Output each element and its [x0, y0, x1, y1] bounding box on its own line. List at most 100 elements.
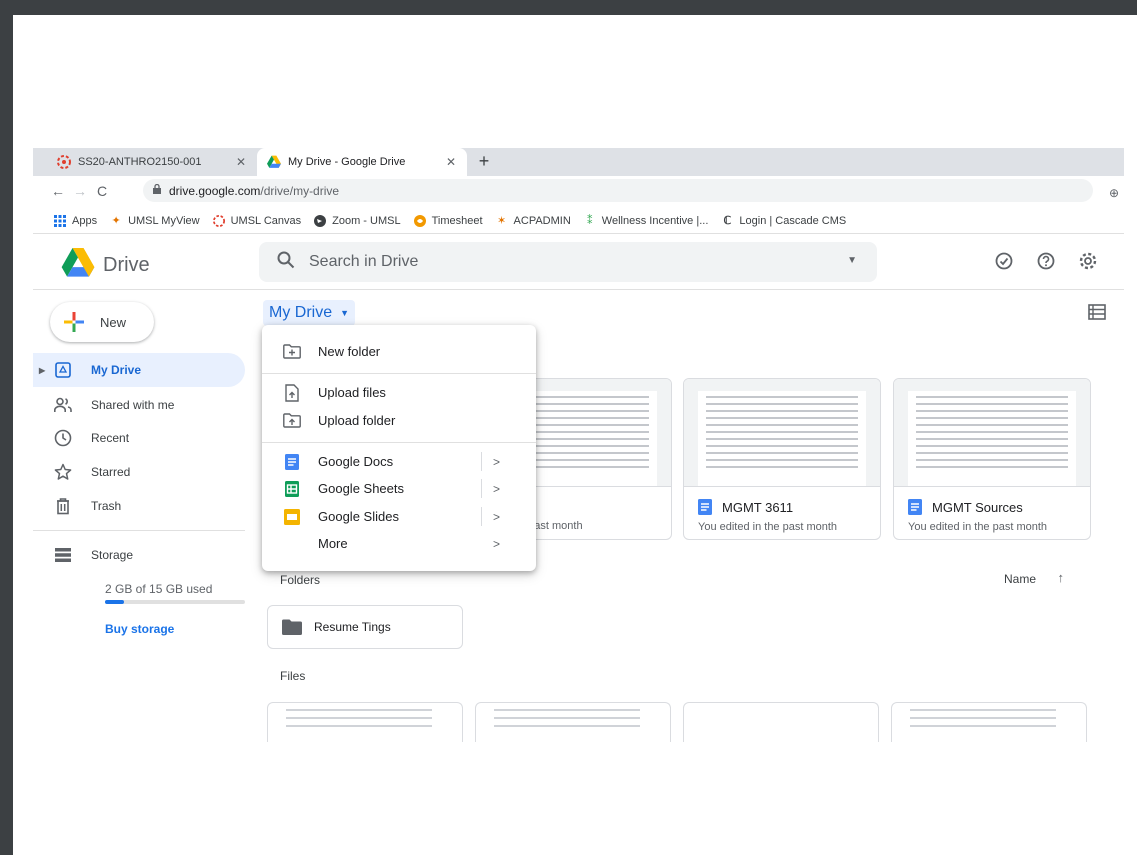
bookmark-timesheet[interactable]: Timesheet [413, 214, 483, 228]
url-path: /drive/my-drive [260, 183, 340, 198]
bookmark-acpadmin[interactable]: ✶ ACPADMIN [495, 214, 571, 228]
reload-button[interactable]: C [91, 183, 113, 199]
new-button[interactable]: New [50, 302, 154, 342]
quick-access-card[interactable]: MGMT Sources You edited in the past mont… [893, 378, 1091, 540]
file-title: MGMT 3611 [722, 499, 794, 515]
offline-check-icon[interactable] [994, 251, 1014, 271]
file-card[interactable] [683, 702, 879, 742]
bookmark-cascade[interactable]: ℂ Login | Cascade CMS [720, 214, 847, 228]
search-icon[interactable] [277, 251, 295, 274]
sort-direction-icon[interactable]: ↑ [1058, 570, 1065, 585]
menu-item-separator [481, 507, 482, 526]
bookmark-umsl-canvas[interactable]: UMSL Canvas [212, 214, 302, 228]
file-card[interactable] [891, 702, 1087, 742]
submenu-chevron-icon[interactable]: > [493, 510, 500, 524]
file-card[interactable] [475, 702, 671, 742]
cascade-icon: ℂ [723, 215, 732, 227]
folder-item[interactable]: Resume Tings [267, 605, 463, 649]
url-host: drive.google.com [169, 183, 261, 198]
menu-item-google-sheets[interactable]: Google Sheets > [262, 475, 536, 502]
list-view-icon[interactable] [1088, 304, 1106, 320]
timesheet-icon [413, 214, 427, 228]
search-input[interactable]: Search in Drive ▼ [259, 242, 877, 282]
google-docs-icon [698, 499, 712, 515]
gear-icon[interactable] [1078, 251, 1098, 271]
google-sheets-icon [283, 480, 301, 498]
file-title: MGMT Sources [932, 499, 1023, 515]
bookmark-apps[interactable]: Apps [53, 214, 97, 228]
storage-progress-fill [105, 600, 124, 604]
files-heading: Files [280, 669, 306, 683]
menu-item-label: Google Sheets [318, 481, 405, 496]
menu-item-new-folder[interactable]: New folder [262, 338, 536, 365]
bookmark-zoom[interactable]: Zoom - UMSL [313, 214, 401, 228]
menu-item-upload-files[interactable]: Upload files [262, 379, 536, 406]
acpadmin-icon: ✶ [496, 215, 507, 227]
sidebar-item-label: Recent [91, 431, 130, 445]
menu-item-google-slides[interactable]: Google Slides > [262, 503, 536, 530]
menu-divider [262, 373, 536, 374]
sort-by-name-button[interactable]: Name [1004, 572, 1036, 586]
sidebar-item-label: Starred [91, 465, 131, 479]
menu-item-more[interactable]: More > [262, 530, 536, 557]
folder-name: Resume Tings [314, 620, 391, 634]
file-thumbnail [894, 379, 1090, 487]
myview-icon: ✦ [111, 215, 121, 227]
more-placeholder-icon [283, 535, 301, 553]
drive-logo-icon [61, 248, 95, 283]
submenu-chevron-icon[interactable]: > [493, 537, 500, 551]
sidebar-item-shared[interactable]: Shared with me [33, 388, 245, 422]
google-docs-icon [283, 453, 301, 471]
tab-close-icon[interactable]: ✕ [233, 155, 249, 169]
file-card[interactable] [267, 702, 463, 742]
submenu-chevron-icon[interactable]: > [493, 455, 500, 469]
expand-arrow-icon[interactable]: ▶ [39, 366, 45, 375]
browser-toolbar: ← → C drive.google.com/drive/my-drive [33, 176, 1124, 206]
help-icon[interactable] [1036, 251, 1056, 271]
bookmark-wellness[interactable]: ⁑ Wellness Incentive |... [583, 214, 708, 228]
sidebar-divider [33, 530, 245, 531]
buy-storage-link[interactable]: Buy storage [105, 622, 174, 636]
location-breadcrumb-button[interactable]: My Drive ▼ [263, 300, 356, 326]
menu-item-upload-folder[interactable]: Upload folder [262, 407, 536, 434]
menu-item-label: Upload files [318, 385, 386, 400]
sidebar-item-trash[interactable]: Trash [33, 489, 245, 523]
back-button[interactable]: ← [47, 183, 69, 199]
sidebar-item-storage[interactable]: Storage [33, 538, 245, 572]
quick-access-card[interactable]: MGMT 3611 You edited in the past month [683, 378, 881, 540]
sidebar-item-recent[interactable]: Recent [33, 421, 245, 455]
tab-anthro[interactable]: SS20-ANTHRO2150-001 ✕ [47, 148, 257, 176]
bookmark-label: Apps [72, 214, 98, 227]
file-activity: You edited in the past month [698, 521, 838, 533]
address-bar[interactable]: drive.google.com/drive/my-drive [143, 179, 1093, 202]
canvas-favicon-icon [57, 155, 71, 169]
star-icon [53, 462, 73, 482]
people-icon [53, 395, 73, 415]
storage-usage-text: 2 GB of 15 GB used [105, 582, 213, 596]
apps-grid-icon [53, 214, 67, 228]
forward-button[interactable]: → [69, 183, 91, 199]
zoom-icon[interactable]: ⊕ [1109, 186, 1119, 200]
drive-logo[interactable]: Drive [61, 248, 150, 283]
bookmark-label: Zoom - UMSL [332, 214, 401, 227]
tab-title: My Drive - Google Drive [288, 156, 406, 168]
menu-item-label: Google Docs [318, 454, 394, 469]
submenu-chevron-icon[interactable]: > [493, 482, 500, 496]
sidebar-item-starred[interactable]: Starred [33, 455, 245, 489]
sidebar-item-my-drive[interactable]: ▶ My Drive [33, 353, 245, 387]
menu-item-google-docs[interactable]: Google Docs > [262, 448, 536, 475]
sidebar-item-label: My Drive [91, 363, 142, 377]
tab-google-drive[interactable]: My Drive - Google Drive ✕ [257, 148, 467, 176]
trash-icon [53, 496, 73, 516]
sidebar-item-label: Shared with me [91, 398, 175, 412]
tab-close-icon[interactable]: ✕ [443, 155, 459, 169]
drive-logo-text: Drive [103, 254, 150, 276]
search-options-icon[interactable]: ▼ [847, 255, 857, 266]
my-drive-icon [53, 360, 73, 380]
tab-title: SS20-ANTHRO2150-001 [78, 156, 202, 168]
file-thumbnail [684, 379, 880, 487]
new-tab-button[interactable]: + [473, 151, 495, 172]
bookmark-umsl-myview[interactable]: ✦ UMSL MyView [109, 214, 199, 228]
canvas-icon [212, 214, 226, 228]
bookmark-label: UMSL Canvas [230, 214, 302, 227]
